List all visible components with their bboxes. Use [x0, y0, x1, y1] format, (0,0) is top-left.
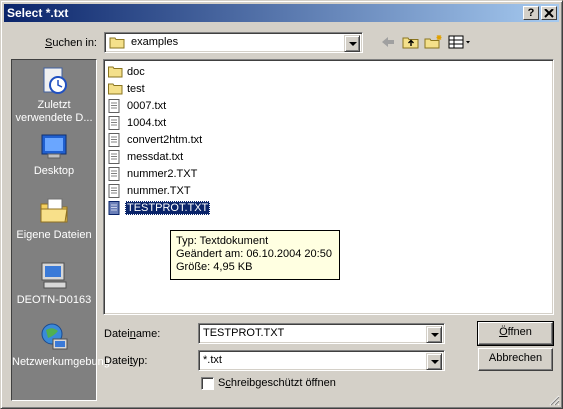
place-label: Netzwerkumgebung	[12, 356, 110, 368]
lookin-label: Suchen in:	[45, 37, 97, 49]
filename-label: Dateiname:	[104, 328, 161, 340]
place-recent[interactable]: Zuletzt verwendete D...	[12, 65, 96, 125]
filetype-value: *.txt	[203, 354, 222, 366]
folder-icon	[108, 82, 123, 96]
resize-grip-icon[interactable]	[548, 394, 560, 406]
tooltip-type: Typ: Textdokument	[176, 235, 269, 247]
lookin-dropdown-arrow[interactable]	[344, 35, 360, 52]
file-name: 1004.txt	[127, 117, 167, 129]
place-label: Zuletzt verwendete D...	[15, 99, 93, 124]
text-document-icon	[108, 184, 122, 198]
cancel-button[interactable]: Abbrechen	[478, 348, 553, 371]
open-button[interactable]: Öffnen	[477, 321, 554, 346]
filename-value: TESTPROT.TXT	[203, 327, 285, 339]
recent-documents-icon	[38, 65, 70, 97]
folder-icon	[109, 36, 125, 52]
tooltip-modified: Geändert am: 06.10.2004 20:50	[176, 248, 332, 260]
my-computer-icon	[38, 260, 70, 292]
file-name: test	[127, 83, 145, 95]
filename-dropdown-arrow[interactable]	[426, 326, 442, 343]
text-document-icon	[108, 167, 122, 181]
place-my-documents[interactable]: Eigene Dateien	[12, 195, 96, 242]
lookin-value: examples	[131, 36, 179, 48]
place-label: Eigene Dateien	[16, 229, 92, 241]
file-name: TESTPROT.TXT	[125, 201, 211, 215]
new-folder-icon[interactable]	[424, 34, 442, 50]
place-label: Desktop	[33, 165, 75, 177]
text-document-icon	[108, 150, 122, 164]
desktop-icon	[38, 131, 70, 163]
view-menu-icon[interactable]	[448, 34, 470, 50]
folder-icon	[108, 65, 123, 79]
file-name: 0007.txt	[127, 100, 167, 112]
close-icon	[544, 8, 554, 21]
text-document-icon	[108, 133, 122, 147]
window-title: Select *.txt	[7, 6, 69, 20]
file-open-dialog: Select *.txt ? Suchen in: examples Zulet…	[0, 0, 563, 409]
readonly-label[interactable]: Schreibgeschützt öffnen	[218, 377, 336, 389]
place-label: DEOTN-D0163	[16, 294, 92, 306]
filetype-dropdown-arrow[interactable]	[426, 353, 442, 370]
my-documents-icon	[38, 195, 70, 227]
filetype-select[interactable]: *.txt	[198, 350, 445, 371]
file-name: convert2htm.txt	[127, 134, 203, 146]
title-bar[interactable]: Select *.txt ?	[4, 4, 559, 22]
place-my-computer[interactable]: DEOTN-D0163	[12, 260, 96, 307]
file-info-tooltip: Typ: Textdokument Geändert am: 06.10.200…	[170, 230, 340, 280]
close-button[interactable]	[541, 6, 557, 20]
tooltip-size: Größe: 4,95 KB	[176, 261, 253, 273]
up-folder-icon[interactable]	[402, 34, 420, 50]
text-document-icon	[108, 99, 122, 113]
file-name: doc	[127, 66, 145, 78]
help-button[interactable]: ?	[523, 6, 539, 20]
lookin-combobox[interactable]: examples	[104, 32, 363, 53]
places-bar: Zuletzt verwendete D... Desktop Eigene D…	[11, 59, 110, 401]
back-arrow-icon[interactable]	[379, 34, 397, 50]
filetype-label: Dateityp:	[104, 355, 148, 367]
readonly-checkbox[interactable]	[201, 377, 214, 390]
network-places-icon	[38, 322, 70, 354]
text-document-icon	[108, 116, 122, 130]
place-network[interactable]: Netzwerkumgebung	[12, 322, 110, 369]
file-name: nummer.TXT	[127, 185, 191, 197]
filename-input[interactable]: TESTPROT.TXT	[198, 323, 445, 344]
file-name: messdat.txt	[127, 151, 184, 163]
help-icon: ?	[527, 7, 535, 19]
place-desktop[interactable]: Desktop	[12, 131, 96, 178]
file-name: nummer2.TXT	[127, 168, 198, 180]
text-document-icon	[108, 201, 122, 215]
